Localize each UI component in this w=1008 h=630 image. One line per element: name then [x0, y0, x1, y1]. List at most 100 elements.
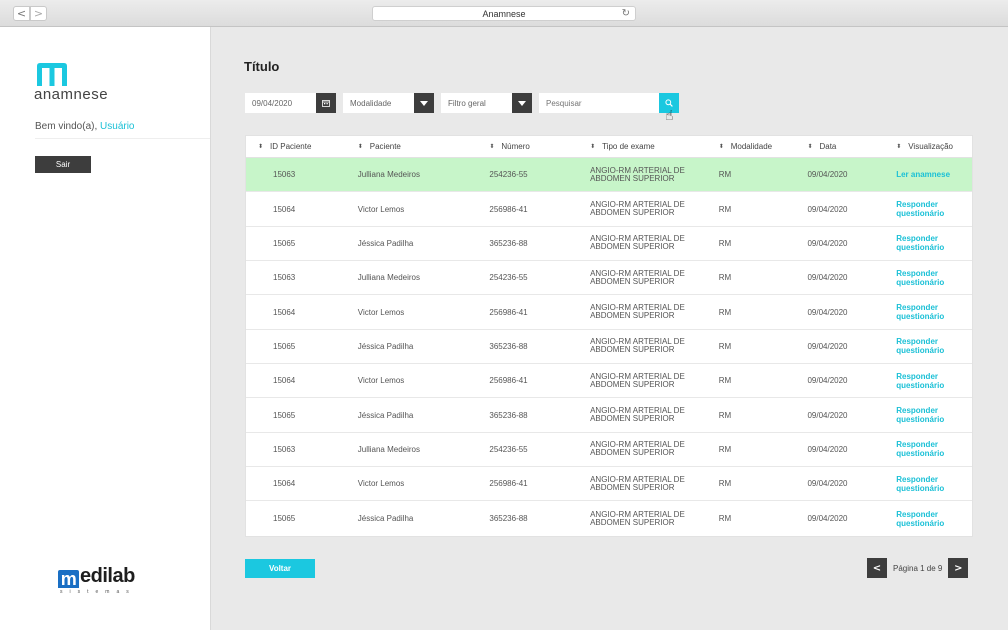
- modality-cell: RM: [718, 273, 732, 283]
- forward-icon[interactable]: >: [30, 6, 47, 21]
- action-link[interactable]: Responder questionário: [896, 440, 972, 458]
- modality-cell: RM: [718, 376, 732, 386]
- exam-type-cell: ANGIO-RM ARTERIAL DE ABDOMEN SUPERIOR: [590, 303, 685, 321]
- patient-name-cell: Julliana Medeiros: [357, 444, 421, 454]
- patient-id-cell: 15065: [273, 238, 296, 248]
- logout-button[interactable]: Sair: [35, 156, 91, 173]
- exam-number-cell: 365236-88: [489, 410, 528, 420]
- action-link[interactable]: Responder questionário: [896, 269, 972, 287]
- table-row[interactable]: 15065 Jéssica Padilha 365236-88 ANGIO-RM AR…: [246, 398, 972, 433]
- table-row[interactable]: 15065 Jéssica Padilha 365236-88 ANGIO-RM AR…: [246, 501, 972, 535]
- table-row[interactable]: 15064 Victor Lemos 256986-41 ANGIO-RM ARTER…: [246, 364, 972, 399]
- logo-text: anamnese: [34, 86, 109, 103]
- table-row[interactable]: 15064 Victor Lemos 256986-41 ANGIO-RM ARTER…: [246, 295, 972, 330]
- patient-id-cell: 15063: [273, 170, 296, 180]
- exam-type-cell: ANGIO-RM ARTERIAL DE ABDOMEN SUPERIOR: [590, 200, 685, 218]
- column-header-numero[interactable]: ⬍ Número: [489, 136, 590, 158]
- exam-number-cell: 365236-88: [489, 514, 528, 524]
- exam-number-cell: 365236-88: [489, 341, 528, 351]
- chevron-down-icon[interactable]: [512, 93, 532, 113]
- modality-cell: RM: [718, 514, 732, 524]
- exam-number-cell: 256986-41: [489, 479, 528, 489]
- column-header-paciente[interactable]: ⬍ Paciente: [358, 136, 490, 158]
- exam-number-cell: 365236-88: [489, 238, 528, 248]
- column-header-modalidade[interactable]: ⬍ Modalidade: [719, 136, 808, 158]
- hand-cursor-icon: ☝: [665, 108, 674, 124]
- exam-number-cell: 256986-41: [489, 307, 528, 317]
- sort-icon[interactable]: ⬍: [489, 143, 494, 150]
- action-link[interactable]: Responder questionário: [896, 475, 972, 493]
- patient-name-cell: Julliana Medeiros: [357, 170, 421, 180]
- action-link[interactable]: Responder questionário: [896, 510, 972, 528]
- date-field[interactable]: 09/04/2020: [245, 93, 336, 113]
- reload-icon[interactable]: ↻: [622, 8, 630, 19]
- exam-number-cell: 256986-41: [489, 204, 528, 214]
- table-row[interactable]: 15063 Julliana Medeiros 254236-55 ANGIO-RM …: [246, 158, 972, 193]
- page-indicator: Página 1 de 9: [893, 563, 943, 573]
- back-button[interactable]: Voltar: [245, 559, 315, 578]
- modality-cell: RM: [718, 410, 732, 420]
- patient-id-cell: 15064: [273, 376, 296, 386]
- previous-page-icon[interactable]: <: [867, 558, 887, 578]
- exam-type-cell: ANGIO-RM ARTERIAL DE ABDOMEN SUPERIOR: [590, 474, 685, 492]
- table-row[interactable]: 15064 Victor Lemos 256986-41 ANGIO-RM ARTER…: [246, 192, 972, 227]
- sort-icon[interactable]: ⬍: [807, 143, 812, 150]
- date-cell: 09/04/2020: [807, 444, 848, 454]
- table-row[interactable]: 15065 Jéssica Padilha 365236-88 ANGIO-RM AR…: [246, 330, 972, 365]
- calendar-icon[interactable]: [316, 93, 336, 113]
- page-title: Título: [244, 59, 280, 74]
- medilab-tagline: sistemas: [60, 589, 136, 595]
- patient-id-cell: 15063: [273, 444, 296, 454]
- table-row[interactable]: 15065 Jéssica Padilha 365236-88 ANGIO-RM AR…: [246, 227, 972, 262]
- patient-id-cell: 15065: [273, 410, 296, 420]
- table-header: ⬍ ID Paciente ⬍ Paciente ⬍ Número ⬍ Tipo de …: [246, 136, 972, 158]
- address-bar[interactable]: Anamnese ↻: [372, 6, 636, 21]
- filtro-label: Filtro geral: [448, 98, 486, 108]
- user-name-link[interactable]: Usuário: [100, 121, 134, 132]
- browser-toolbar: < > Anamnese ↻: [0, 0, 1008, 27]
- sort-icon[interactable]: ⬍: [258, 143, 263, 150]
- exam-number-cell: 256986-41: [489, 376, 528, 386]
- action-link[interactable]: Responder questionário: [896, 234, 972, 252]
- date-cell: 09/04/2020: [807, 514, 848, 524]
- search-icon: [665, 99, 673, 107]
- action-link[interactable]: Ler anamnese: [896, 170, 972, 179]
- next-page-icon[interactable]: >: [948, 558, 969, 578]
- sort-icon[interactable]: ⬍: [358, 143, 363, 150]
- exams-table: ⬍ ID Paciente ⬍ Paciente ⬍ Número ⬍ Tipo de …: [245, 135, 973, 537]
- date-cell: 09/04/2020: [807, 376, 848, 386]
- date-cell: 09/04/2020: [807, 273, 848, 283]
- exam-number-cell: 254236-55: [489, 444, 528, 454]
- sort-icon[interactable]: ⬍: [590, 143, 595, 151]
- sidebar: anamnese Bem vindo(a), Usuário Sair m edi…: [0, 27, 211, 630]
- modality-cell: RM: [718, 307, 732, 317]
- search-input[interactable]: [546, 98, 651, 108]
- medilab-wordmark: edilab: [80, 565, 135, 587]
- column-header-data[interactable]: ⬍ Data: [807, 136, 896, 158]
- action-link[interactable]: Responder questionário: [896, 200, 972, 218]
- search-field: [539, 93, 679, 113]
- action-link[interactable]: Responder questionário: [896, 303, 972, 321]
- anamnese-logo-icon: [37, 63, 67, 86]
- modalidade-select[interactable]: Modalidade: [343, 93, 434, 113]
- modalidade-label: Modalidade: [350, 98, 392, 108]
- patient-name-cell: Victor Lemos: [357, 307, 405, 317]
- patient-name-cell: Victor Lemos: [357, 479, 405, 489]
- patient-name-cell: Victor Lemos: [357, 204, 405, 214]
- chevron-down-icon[interactable]: [414, 93, 434, 113]
- page-tab-title: Anamnese: [482, 8, 526, 19]
- table-row[interactable]: 15063 Julliana Medeiros 254236-55 ANGIO-RM …: [246, 433, 972, 468]
- filtro-geral-select[interactable]: Filtro geral: [441, 93, 532, 113]
- action-link[interactable]: Responder questionário: [896, 337, 972, 355]
- column-header-tipo[interactable]: ⬍ Tipo de exame: [590, 136, 719, 158]
- column-header-visualizacao[interactable]: ⬍ Visualização: [896, 136, 972, 158]
- sort-icon[interactable]: ⬍: [719, 143, 724, 150]
- table-row[interactable]: 15064 Victor Lemos 256986-41 ANGIO-RM ARTER…: [246, 467, 972, 502]
- column-header-id[interactable]: ⬍ ID Paciente: [246, 136, 358, 158]
- back-icon[interactable]: <: [13, 6, 30, 21]
- welcome-message: Bem vindo(a), Usuário: [35, 121, 135, 132]
- sort-icon[interactable]: ⬍: [896, 142, 901, 151]
- action-link[interactable]: Responder questionário: [896, 406, 972, 424]
- table-row[interactable]: 15063 Julliana Medeiros 254236-55 ANGIO-RM …: [246, 261, 972, 296]
- action-link[interactable]: Responder questionário: [896, 372, 972, 390]
